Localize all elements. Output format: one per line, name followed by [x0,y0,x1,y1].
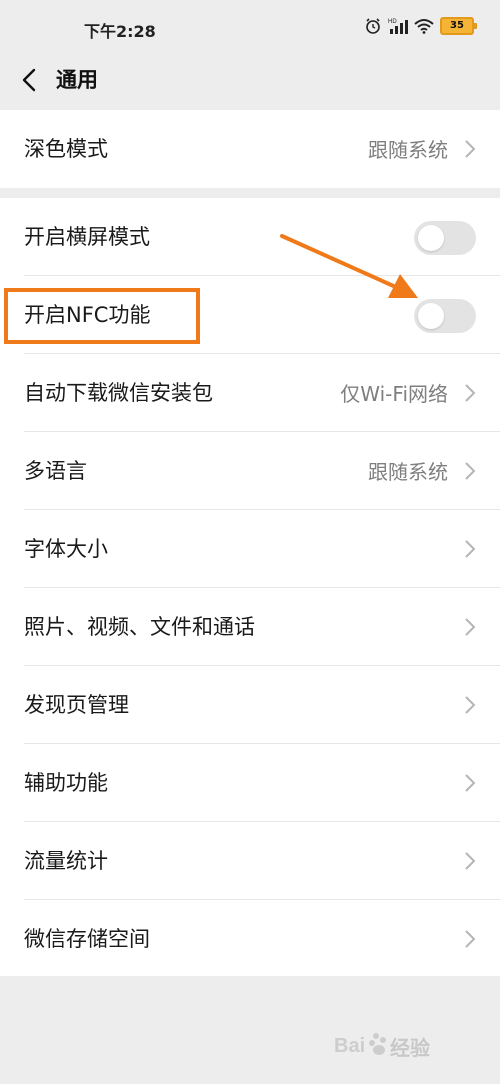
setting-row-font-size[interactable]: 字体大小 [0,510,500,588]
chevron-right-icon [465,618,476,636]
signal-icon: HD [388,19,408,34]
setting-row-discover[interactable]: 发现页管理 [0,666,500,744]
paw-logo-icon: Bai [334,1033,386,1057]
setting-label: 字体大小 [24,537,108,561]
status-bar: 下午2:28 HD 35 [0,0,500,56]
setting-value: 跟随系统 [368,460,448,484]
alarm-icon [366,18,380,34]
watermark: Bai 经验 [332,1022,482,1066]
setting-value: 跟随系统 [368,138,448,162]
setting-row-language[interactable]: 多语言 跟随系统 [0,432,500,510]
setting-label: 照片、视频、文件和通话 [24,615,255,639]
setting-row-storage[interactable]: 微信存储空间 [0,900,500,978]
chevron-right-icon [465,930,476,948]
settings-group-display: 深色模式 跟随系统 [0,110,500,188]
page-title: 通用 [56,68,98,92]
setting-label: 开启横屏模式 [24,225,150,249]
chevron-right-icon [465,774,476,792]
chevron-right-icon [465,140,476,158]
status-time: 下午2:28 [84,22,156,41]
setting-label: 发现页管理 [24,693,129,717]
setting-label: 深色模式 [24,137,108,161]
nav-bar: 通用 [0,56,500,106]
chevron-right-icon [465,852,476,870]
chevron-right-icon [465,540,476,558]
setting-row-media[interactable]: 照片、视频、文件和通话 [0,588,500,666]
setting-row-accessibility[interactable]: 辅助功能 [0,744,500,822]
wifi-icon [414,19,434,34]
chevron-right-icon [465,384,476,402]
annotation-arrow-icon [280,234,418,298]
watermark-text: 经验 [390,1036,430,1060]
setting-label: 自动下载微信安装包 [24,381,213,405]
status-icons: HD 35 [364,14,477,38]
setting-row-data-usage[interactable]: 流量统计 [0,822,500,900]
svg-text:Bai: Bai [334,1035,365,1057]
setting-label: 辅助功能 [24,771,108,795]
setting-label: 多语言 [24,459,87,483]
setting-label: 微信存储空间 [24,927,150,951]
setting-row-auto-download[interactable]: 自动下载微信安装包 仅Wi-Fi网络 [0,354,500,432]
chevron-left-icon[interactable] [16,64,44,96]
svg-text:HD: HD [388,19,397,25]
setting-value: 仅Wi-Fi网络 [340,382,448,406]
battery-icon: 35 [440,17,477,35]
chevron-right-icon [465,696,476,714]
setting-row-dark-mode[interactable]: 深色模式 跟随系统 [0,110,500,188]
setting-label: 流量统计 [24,849,108,873]
annotation-highlight-box [4,288,200,344]
chevron-right-icon [465,462,476,480]
